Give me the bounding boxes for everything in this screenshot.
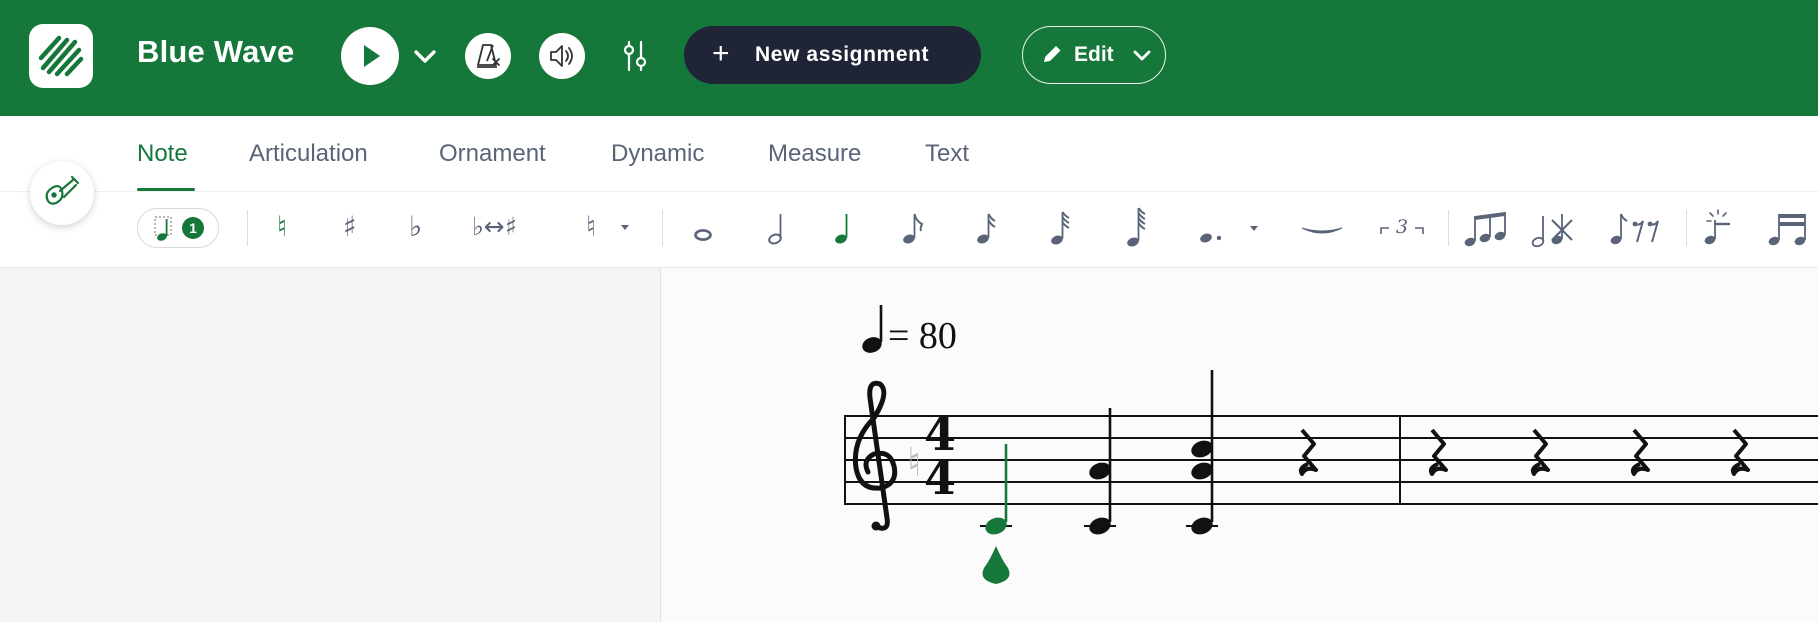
- half-note-button[interactable]: [766, 204, 788, 252]
- thirty-second-note-button[interactable]: [1048, 204, 1074, 252]
- note-with-rests-icon: [1610, 213, 1659, 245]
- whole-note-icon: [694, 229, 712, 241]
- quarter-note-icon: [835, 214, 848, 244]
- chevron-down-icon: [621, 225, 629, 230]
- key-signature[interactable]: ♮: [907, 440, 921, 486]
- input-caret-icon[interactable]: [982, 546, 1010, 584]
- break-beam-button[interactable]: [1530, 204, 1580, 252]
- mixer-button[interactable]: [618, 38, 652, 74]
- voice-note-icon: [154, 216, 172, 241]
- enharmonic-icon: ♭↔♯: [472, 212, 517, 241]
- note-input-toolbar: Note Articulation Ornament Dynamic Measu…: [0, 116, 1818, 268]
- time-signature-bottom[interactable]: 4: [924, 451, 956, 505]
- toolbar-separator: [247, 210, 248, 246]
- eighth-note-button[interactable]: [900, 204, 926, 252]
- sixty-fourth-note-icon: [1127, 207, 1146, 247]
- pencil-icon: [1044, 46, 1061, 62]
- sharp-button[interactable]: ♯: [342, 204, 362, 252]
- score-staff: = 80 ♮ 4 4: [844, 305, 1818, 584]
- rests-button[interactable]: [1608, 204, 1668, 252]
- score-side-pane: [0, 268, 661, 622]
- grace-note-icon: [1704, 209, 1730, 245]
- voice-selector[interactable]: 1: [137, 208, 219, 248]
- new-assignment-button[interactable]: + New assignment: [684, 26, 981, 84]
- palette-button[interactable]: [30, 161, 94, 225]
- voice-number-badge: 1: [182, 217, 204, 239]
- dot-button[interactable]: [1196, 204, 1260, 252]
- thirty-second-note-icon: [1051, 211, 1070, 245]
- volume-button[interactable]: [539, 33, 585, 79]
- tab-text[interactable]: Text: [925, 140, 969, 168]
- tie-button[interactable]: [1300, 204, 1344, 252]
- quarter-note-button[interactable]: [832, 204, 854, 252]
- quarter-rest[interactable]: [1630, 428, 1650, 476]
- logo-icon[interactable]: [29, 24, 93, 88]
- edit-label: Edit: [1074, 43, 1114, 66]
- score-canvas[interactable]: = 80 ♮ 4 4: [662, 268, 1818, 622]
- natural-button[interactable]: ♮: [276, 204, 296, 252]
- metronome-icon: [477, 44, 500, 68]
- quarter-rest[interactable]: [1530, 428, 1550, 476]
- enharmonic-button[interactable]: ♭↔♯: [472, 204, 538, 252]
- chevron-down-icon: [1133, 50, 1151, 61]
- chord-note[interactable]: [1186, 370, 1218, 537]
- quarter-rest[interactable]: [1428, 428, 1448, 476]
- quarter-rest[interactable]: [1730, 428, 1750, 476]
- score-title[interactable]: Blue Wave: [137, 34, 294, 70]
- tab-ornament[interactable]: Ornament: [439, 140, 546, 168]
- selected-note[interactable]: [980, 444, 1012, 537]
- playback-options-dropdown[interactable]: [410, 42, 440, 70]
- tie-icon: [1301, 227, 1343, 234]
- quarter-rest[interactable]: [1298, 428, 1318, 476]
- metronome-button[interactable]: [465, 33, 511, 79]
- tab-articulation[interactable]: Articulation: [249, 140, 368, 168]
- half-note-icon: [768, 214, 782, 245]
- break-beam-icon: [1531, 214, 1573, 248]
- sixteenth-note-button[interactable]: [974, 204, 1000, 252]
- eighth-note-icon: [903, 213, 924, 244]
- cautionary-accidental-button[interactable]: ♮: [584, 204, 630, 252]
- app-header: Blue Wave + New assignment Edit: [0, 0, 1818, 116]
- dotted-note-icon: [1200, 226, 1258, 243]
- chevron-down-icon: [414, 50, 436, 63]
- flat-button[interactable]: ♭: [408, 204, 428, 252]
- play-icon: [364, 45, 380, 67]
- sixteenth-beamed-icon: [1768, 214, 1806, 246]
- edit-button[interactable]: Edit: [1022, 26, 1166, 84]
- active-tab-indicator: [137, 188, 195, 191]
- beamed-notes-icon: [1464, 212, 1506, 247]
- tabs-divider: [0, 191, 1818, 192]
- beam-button[interactable]: [1462, 204, 1512, 252]
- mixer-icon: [623, 40, 647, 72]
- sixteenth-note-icon: [977, 213, 996, 244]
- toolbar-separator: [1686, 210, 1687, 246]
- sixty-fourth-note-button[interactable]: [1124, 204, 1150, 252]
- staff-lines: [845, 415, 1818, 505]
- tab-measure[interactable]: Measure: [768, 140, 861, 168]
- toolbar-separator: [1448, 210, 1449, 246]
- flat-icon: ♭: [409, 210, 423, 243]
- double-beam-button[interactable]: [1766, 204, 1814, 252]
- cautionary-natural-icon: ♮: [586, 210, 597, 243]
- toolbar-separator: [662, 210, 663, 246]
- treble-clef-icon[interactable]: [852, 380, 898, 531]
- speaker-icon: [550, 45, 573, 67]
- natural-icon: ♮: [277, 210, 288, 243]
- tempo-note-icon: [862, 305, 883, 353]
- whole-note-button[interactable]: [690, 204, 716, 252]
- new-assignment-label: New assignment: [755, 43, 930, 66]
- chord-note[interactable]: [1084, 408, 1116, 537]
- tuplet-button[interactable]: 3: [1378, 204, 1426, 252]
- play-button[interactable]: [341, 27, 399, 85]
- tab-dynamic[interactable]: Dynamic: [611, 140, 704, 168]
- tempo-marking[interactable]: = 80: [888, 315, 957, 357]
- grace-note-button[interactable]: [1698, 204, 1738, 252]
- plus-icon: +: [712, 37, 731, 70]
- sharp-icon: ♯: [343, 210, 357, 243]
- tab-note[interactable]: Note: [137, 140, 188, 168]
- palette-icon: [45, 175, 80, 205]
- tuplet-number: 3: [1396, 216, 1409, 238]
